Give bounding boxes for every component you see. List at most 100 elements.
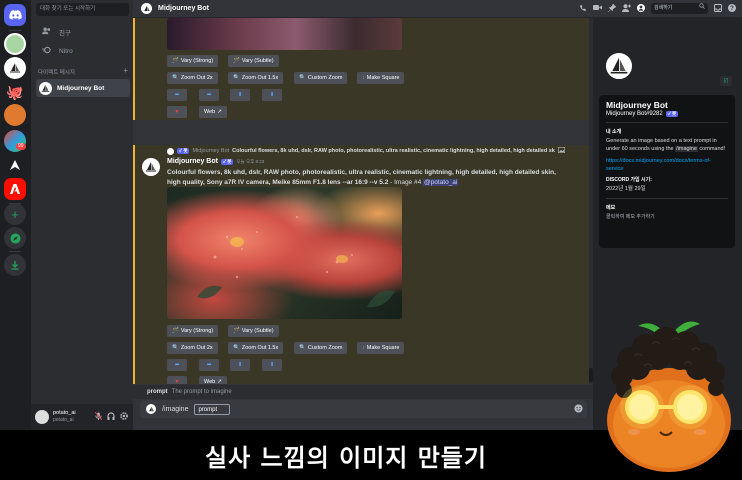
bot-tag: ✓ 봇 <box>665 111 679 117</box>
option-name: prompt <box>147 389 168 395</box>
discord-home-icon[interactable] <box>4 4 26 26</box>
magnifier-icon: 🔍 <box>172 75 179 81</box>
sparkle-icon: 🪄 <box>172 328 179 334</box>
nitro-nav[interactable]: Nitro <box>36 44 130 58</box>
square-arrows-icon: ↕ <box>362 75 365 81</box>
message-header: Midjourney Bot ✓ 봇 오늘 오후 8:23 <box>167 158 264 165</box>
web-link-button[interactable]: Web ↗ <box>199 106 227 118</box>
search-input[interactable]: 검색하기 <box>651 3 708 14</box>
help-icon[interactable]: ? <box>728 3 736 14</box>
profile-name: Midjourney Bot <box>606 100 668 110</box>
reply-author: Midjourney Bot <box>192 148 230 154</box>
zoom-out-2x-button[interactable]: 🔍 Zoom Out 2x <box>167 72 218 84</box>
message-list: 🪄 Vary (Strong) 🪄 Vary (Subtle) 🔍 Zoom Out … <box>133 18 593 384</box>
reply-reference[interactable]: ✓ 봇 Midjourney Bot Colourful flowers, 8k… <box>167 147 565 155</box>
server-icon-adobe[interactable] <box>4 178 26 200</box>
server-icon-orange[interactable] <box>4 104 26 126</box>
direct-messages-header: 다이렉트 메시지 + <box>38 67 128 77</box>
pan-down-button[interactable]: ⬇ <box>262 89 282 101</box>
microphone-icon[interactable] <box>94 411 103 422</box>
joined-date: 2022년 1월 29일 <box>606 186 646 192</box>
pan-right-button[interactable]: ➡ <box>199 89 219 101</box>
joined-heading: DISCORD 가입 시기: <box>606 177 652 183</box>
dm-item-midjourney-bot[interactable]: Midjourney Bot <box>36 79 130 97</box>
settings-gear-icon[interactable] <box>120 412 128 422</box>
pan-left-button[interactable]: ⬅ <box>167 89 187 101</box>
pinned-messages-icon[interactable] <box>607 3 617 14</box>
find-conversation-input[interactable]: 대화 찾기 또는 시작하기 <box>36 3 129 16</box>
favorite-heart-button[interactable]: ♥ <box>167 376 187 384</box>
previous-result-image[interactable] <box>167 18 402 50</box>
create-dm-button[interactable]: + <box>123 67 128 76</box>
note-heading: 메모 <box>606 205 616 211</box>
reply-text: Colourful flowers, 8k uhd, dslr, RAW pho… <box>232 148 555 154</box>
author-avatar[interactable] <box>142 158 160 176</box>
pan-up-button[interactable]: ⬆ <box>230 89 250 101</box>
terms-link[interactable]: https://docs.midjourney.com/docs/terms-o… <box>606 157 728 173</box>
message-composer[interactable]: /imagine prompt <box>140 400 587 418</box>
profile-avatar[interactable] <box>603 50 635 82</box>
custom-zoom-button[interactable]: 🔍 Custom Zoom <box>294 342 348 354</box>
dm-sidebar: 대화 찾기 또는 시작하기 친구 Nitro 다이렉트 메시지 + Midjou… <box>31 0 133 430</box>
user-avatar[interactable] <box>35 410 49 424</box>
prompt-text: Colourful flowers, 8k uhd, dslr, RAW pho… <box>167 169 556 186</box>
search-icon <box>699 3 705 14</box>
sparkle-icon: 🪄 <box>172 58 179 64</box>
divider <box>606 122 728 123</box>
headphones-icon[interactable] <box>107 412 115 422</box>
add-friend-to-dm-icon[interactable] <box>622 3 631 14</box>
prompt-option-field[interactable]: prompt <box>194 403 231 415</box>
voice-call-icon[interactable] <box>579 4 587 14</box>
pan-left-button[interactable]: ⬅ <box>167 359 187 371</box>
friends-nav[interactable]: 친구 <box>36 25 130 39</box>
vary-strong-button[interactable]: 🪄 Vary (Strong) <box>167 55 219 67</box>
vary-strong-button[interactable]: 🪄 Vary (Strong) <box>167 325 219 337</box>
zoom-out-1.5x-button[interactable]: 🔍 Zoom Out 1.5x <box>228 72 284 84</box>
about-heading: 내 소개 <box>606 129 622 135</box>
user-name: potato_ai <box>53 410 76 416</box>
slash-command: /imagine <box>162 405 189 413</box>
pan-right-button[interactable]: ➡ <box>199 359 219 371</box>
zoom-out-1.5x-button[interactable]: 🔍 Zoom Out 1.5x <box>228 342 284 354</box>
image-number: - Image #4 <box>388 179 424 186</box>
slash-commands-badge-icon[interactable]: {/} <box>720 76 732 86</box>
dm-header-label: 다이렉트 메시지 <box>38 70 75 76</box>
emoji-picker-icon[interactable] <box>574 403 583 415</box>
vary-subtle-button[interactable]: 🪄 Vary (Subtle) <box>228 325 279 337</box>
inbox-icon[interactable] <box>714 3 722 14</box>
server-icon-sailboat[interactable] <box>4 57 26 79</box>
user-mention[interactable]: @potato_ai <box>423 179 459 186</box>
make-square-button[interactable]: ↕ Make Square <box>357 72 405 84</box>
dm-item-label: Midjourney Bot <box>57 84 105 92</box>
vary-subtle-button[interactable]: 🪄 Vary (Subtle) <box>228 55 279 67</box>
explore-servers-icon[interactable] <box>4 227 26 249</box>
author-name[interactable]: Midjourney Bot <box>167 158 218 165</box>
friends-label: 친구 <box>59 30 71 37</box>
friends-icon <box>42 27 51 37</box>
pan-up-button[interactable]: ⬆ <box>230 359 250 371</box>
note-input[interactable]: 클릭하여 메모 추가하기 <box>606 213 728 221</box>
user-panel: potato_ai potato_ai <box>31 404 133 430</box>
zoom-out-2x-button[interactable]: 🔍 Zoom Out 2x <box>167 342 218 354</box>
composer-bot-avatar <box>146 404 156 414</box>
server-icon-triangle[interactable] <box>4 154 26 176</box>
midjourney-avatar <box>39 81 52 95</box>
download-apps-icon[interactable] <box>4 254 26 276</box>
search-placeholder: 검색하기 <box>654 5 673 11</box>
make-square-button[interactable]: ↕ Make Square <box>357 342 405 354</box>
server-divider <box>9 30 21 31</box>
favorite-heart-button[interactable]: ♥ <box>167 106 187 118</box>
pan-down-button[interactable]: ⬇ <box>262 359 282 371</box>
sparkle-icon: 🪄 <box>233 58 240 64</box>
command-option-hint: prompt The prompt to imagine <box>133 385 593 399</box>
server-icon-green[interactable] <box>4 33 26 55</box>
bot-tag: ✓ 봇 <box>220 158 234 165</box>
video-call-icon[interactable] <box>593 4 602 13</box>
result-image-flowers[interactable] <box>167 187 402 319</box>
add-server-icon[interactable]: + <box>4 203 26 225</box>
user-profile-icon[interactable] <box>637 3 645 14</box>
reply-avatar <box>167 147 174 155</box>
server-icon-octopus[interactable]: 🐙 <box>4 81 26 103</box>
custom-zoom-button[interactable]: 🔍 Custom Zoom <box>294 72 348 84</box>
web-link-button[interactable]: Web ↗ <box>199 376 227 384</box>
